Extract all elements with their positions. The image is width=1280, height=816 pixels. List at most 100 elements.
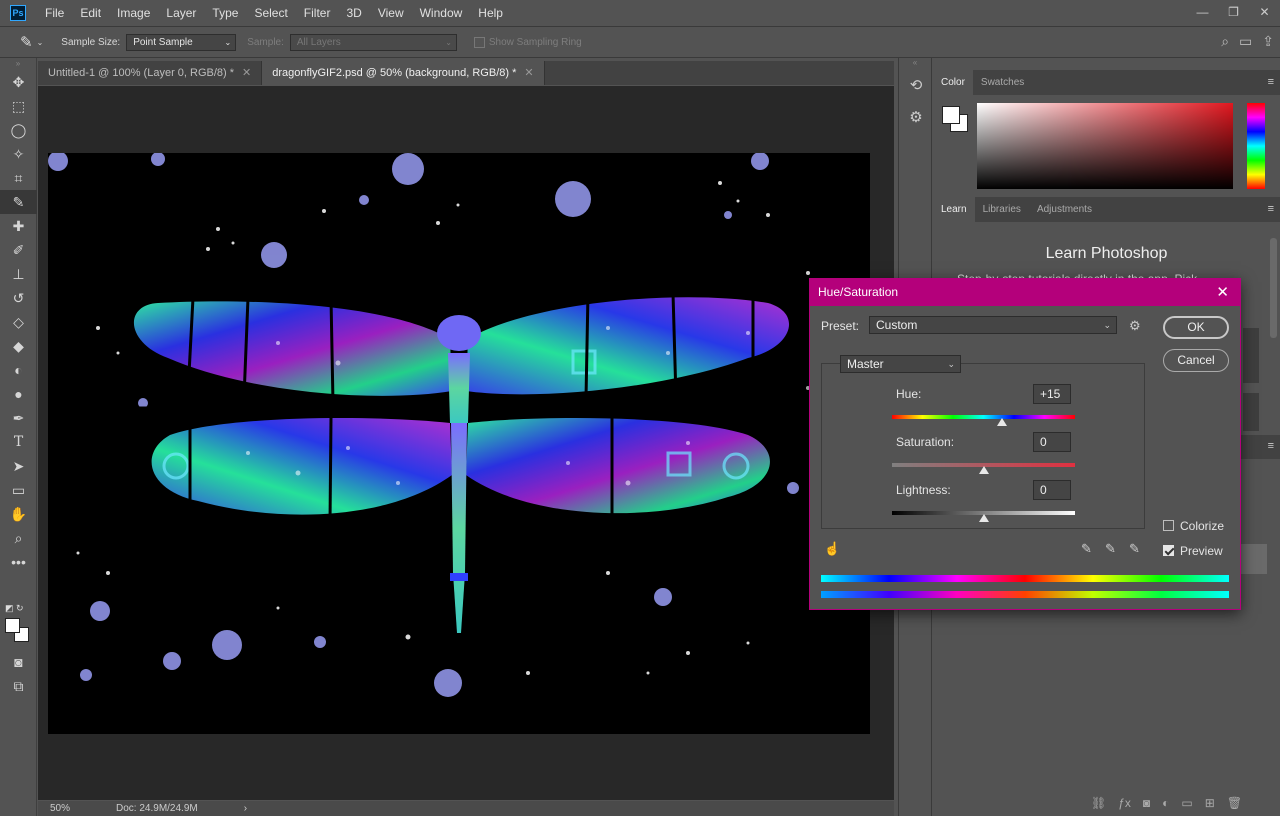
menu-filter[interactable]: Filter <box>296 0 339 26</box>
menu-type[interactable]: Type <box>204 0 246 26</box>
preview-checkbox[interactable] <box>1163 545 1174 556</box>
menu-3d[interactable]: 3D <box>338 0 369 26</box>
trash-icon[interactable]: 🗑 <box>1227 796 1242 810</box>
mask-icon[interactable]: ◙ <box>1143 796 1150 810</box>
sample-size-select[interactable]: Point Sample ⌄ <box>126 33 237 51</box>
preset-gear-icon[interactable]: ⚙ <box>1129 318 1141 334</box>
ok-button[interactable]: OK <box>1163 316 1229 339</box>
zoom-tool-icon[interactable]: ⌕ <box>0 526 37 550</box>
lightness-slider-thumb[interactable] <box>978 514 989 522</box>
panel-grip-icon[interactable]: » <box>0 58 36 70</box>
maximize-button[interactable]: ❐ <box>1218 0 1249 26</box>
lasso-tool-icon[interactable]: ◯ <box>0 118 37 142</box>
cancel-button[interactable]: Cancel <box>1163 349 1229 372</box>
eyedropper-icon[interactable]: ✎ <box>20 33 33 51</box>
pen-tool-icon[interactable]: ✒ <box>0 406 37 430</box>
tab-swatches[interactable]: Swatches <box>973 70 1032 95</box>
colorize-checkbox[interactable] <box>1163 520 1174 531</box>
menu-help[interactable]: Help <box>470 0 511 26</box>
folder-icon[interactable]: ▭ <box>1181 796 1192 810</box>
quick-select-tool-icon[interactable]: ✧ <box>0 142 37 166</box>
history-brush-icon[interactable]: ↺ <box>0 286 37 310</box>
menu-image[interactable]: Image <box>109 0 158 26</box>
sampling-ring-checkbox[interactable] <box>473 36 485 48</box>
healing-tool-icon[interactable]: ✚ <box>0 214 37 238</box>
quick-mask-icon[interactable]: ◙ <box>0 650 37 674</box>
tab-adjustments[interactable]: Adjustments <box>1029 197 1100 222</box>
screen-mode-icon[interactable]: ⧉ <box>0 674 37 698</box>
close-icon[interactable]: ✕ <box>1216 279 1229 306</box>
share-icon[interactable]: ⇪ <box>1262 33 1274 50</box>
panel-grip-icon[interactable]: « <box>899 58 931 70</box>
menu-window[interactable]: Window <box>412 0 471 26</box>
eyedropper-plus-icon[interactable]: ✎ <box>1105 541 1116 557</box>
tab-color[interactable]: Color <box>933 70 973 95</box>
status-menu-arrow-icon[interactable]: › <box>244 803 247 814</box>
hue-slider[interactable] <box>1247 103 1265 189</box>
close-window-button[interactable]: ✕ <box>1249 0 1280 26</box>
eyedropper-icon[interactable]: ✎ <box>1081 541 1092 557</box>
close-tab-icon[interactable]: ✕ <box>524 67 533 79</box>
color-fg-swatch[interactable] <box>942 106 960 124</box>
tool-preset-chevron-icon[interactable]: ⌄ <box>37 38 44 47</box>
menu-layer[interactable]: Layer <box>158 0 204 26</box>
crop-tool-icon[interactable]: ⌗ <box>0 166 37 190</box>
panel-menu-icon[interactable]: ≡ <box>1268 76 1274 88</box>
link-icon[interactable]: ⛓ <box>1091 796 1106 810</box>
search-icon[interactable]: ⌕ <box>1221 33 1229 50</box>
path-select-icon[interactable]: ➤ <box>0 454 37 478</box>
channel-select[interactable]: Master ⌄ <box>840 355 961 373</box>
learn-card[interactable] <box>1243 393 1259 431</box>
stamp-tool-icon[interactable]: ⊥ <box>0 262 37 286</box>
panel-menu-icon[interactable]: ≡ <box>1268 203 1274 215</box>
eraser-tool-icon[interactable]: ◇ <box>0 310 37 334</box>
menu-edit[interactable]: Edit <box>72 0 109 26</box>
saturation-slider-thumb[interactable] <box>978 466 989 474</box>
eyedropper-minus-icon[interactable]: ✎ <box>1129 541 1140 557</box>
eyedropper-tool-icon[interactable]: ✎ <box>0 190 37 214</box>
history-panel-icon[interactable]: ⟲ <box>899 70 933 102</box>
minimize-button[interactable]: — <box>1187 0 1218 26</box>
foreground-color-swatch[interactable] <box>5 618 20 633</box>
preset-select[interactable]: Custom ⌄ <box>869 316 1117 334</box>
dodge-tool-icon[interactable]: ● <box>0 382 37 406</box>
menu-select[interactable]: Select <box>246 0 295 26</box>
lightness-value-input[interactable]: 0 <box>1033 480 1071 500</box>
zoom-level[interactable]: 50% <box>50 803 70 814</box>
input-color-bar <box>821 575 1229 582</box>
properties-panel-icon[interactable]: ⚙ <box>899 102 933 134</box>
saturation-value-input[interactable]: 0 <box>1033 432 1071 452</box>
tab-dragonfly[interactable]: dragonflyGIF2.psd @ 50% (background, RGB… <box>262 61 545 85</box>
rectangle-tool-icon[interactable]: ▭ <box>0 478 37 502</box>
move-tool-icon[interactable]: ✥ <box>0 70 37 94</box>
dialog-titlebar[interactable]: Hue/Saturation ✕ <box>810 279 1240 306</box>
targeted-adjustment-hand-icon[interactable]: ☝ <box>824 541 840 557</box>
type-tool-icon[interactable]: T <box>0 430 37 454</box>
tab-untitled[interactable]: Untitled-1 @ 100% (Layer 0, RGB/8) * ✕ <box>38 61 263 85</box>
menu-view[interactable]: View <box>370 0 412 26</box>
tab-libraries[interactable]: Libraries <box>975 197 1029 222</box>
hue-slider-thumb[interactable] <box>996 418 1007 426</box>
menu-file[interactable]: File <box>37 0 72 26</box>
fx-icon[interactable]: ƒx <box>1118 796 1131 810</box>
panel-menu-icon[interactable]: ≡ <box>1268 440 1274 452</box>
document-canvas[interactable] <box>48 153 870 734</box>
paint-bucket-icon[interactable]: ◆ <box>0 334 37 358</box>
hand-tool-icon[interactable]: ✋ <box>0 502 37 526</box>
workspace-icon[interactable]: ▭ <box>1239 33 1252 50</box>
sample-layers-select[interactable]: All Layers ⌄ <box>289 33 457 51</box>
hue-slider-track[interactable] <box>892 415 1075 419</box>
learn-card[interactable] <box>1243 328 1259 383</box>
blur-tool-icon[interactable]: ◐ <box>0 358 37 382</box>
scrollbar[interactable] <box>1270 238 1277 338</box>
close-tab-icon[interactable]: ✕ <box>242 67 251 79</box>
marquee-tool-icon[interactable]: ⬚ <box>0 94 37 118</box>
color-field[interactable] <box>977 103 1233 189</box>
tab-learn[interactable]: Learn <box>933 197 975 222</box>
swap-colors-icon[interactable]: ◩ ↻ <box>5 603 24 614</box>
adjustment-layer-icon[interactable]: ◐ <box>1162 796 1169 810</box>
new-layer-icon[interactable]: ⊞ <box>1205 796 1215 810</box>
hue-value-input[interactable]: +15 <box>1033 384 1071 404</box>
more-tools-icon[interactable]: ••• <box>0 550 37 574</box>
brush-tool-icon[interactable]: ✐ <box>0 238 37 262</box>
